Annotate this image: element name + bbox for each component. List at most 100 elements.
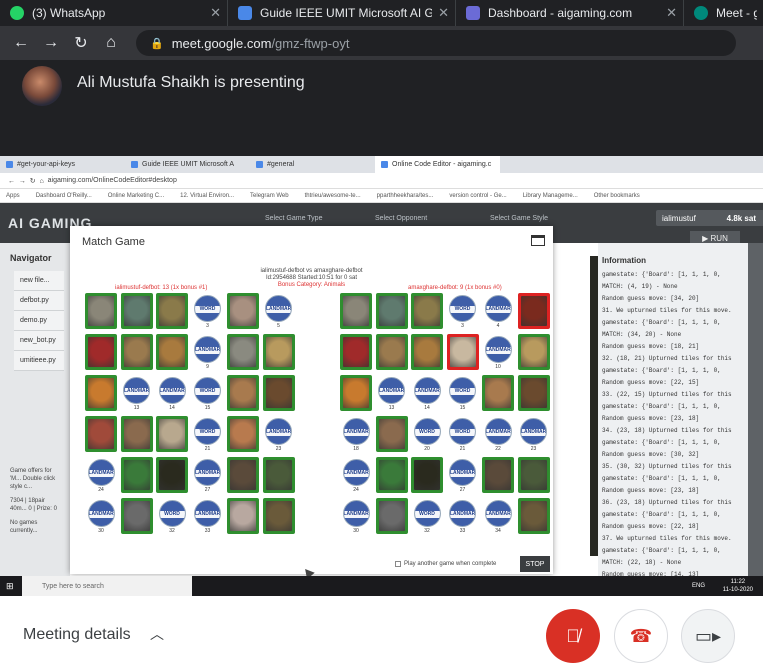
bookmark[interactable]: Dashboard O'Reilly...	[36, 193, 92, 199]
tile-revealed[interactable]	[482, 457, 514, 493]
bookmark[interactable]: pparthheekhara/tes...	[377, 193, 434, 199]
inner-tab[interactable]: Guide IEEE UMIT Microsoft A	[125, 156, 250, 173]
tile-hidden[interactable]: WORD 21	[447, 416, 479, 452]
game-type-label[interactable]: Select Game Type	[265, 215, 322, 222]
tile-hidden[interactable]: LANDMARK 4	[482, 293, 514, 329]
game-style-label[interactable]: Select Game Style	[490, 215, 548, 222]
tile-revealed[interactable]	[120, 416, 153, 452]
tile-revealed[interactable]	[411, 293, 443, 329]
tile-revealed[interactable]	[156, 334, 188, 370]
tile-revealed[interactable]	[517, 334, 550, 370]
tab-guide[interactable]: Guide IEEE UMIT Microsoft AI Ga ✕	[228, 0, 456, 26]
bookmark[interactable]: Library Manageme...	[523, 193, 578, 199]
tile-hidden[interactable]: LANDMARK 13	[121, 375, 153, 411]
offer-line[interactable]: 7304 | 18pair 40m... 0 | Prize: 0	[0, 491, 70, 513]
tab-whatsapp[interactable]: (3) WhatsApp ✕	[0, 0, 228, 26]
file-item[interactable]: defbot.py	[14, 291, 64, 311]
tile-hidden[interactable]: LANDMARK 9	[192, 334, 224, 370]
tile-revealed[interactable]	[375, 498, 408, 534]
tile-hidden[interactable]: WORD 15	[192, 375, 224, 411]
tile-hidden[interactable]: LANDMARK 22	[482, 416, 514, 452]
tile-revealed[interactable]	[482, 375, 514, 411]
tile-hidden[interactable]: WORD 21	[192, 416, 224, 452]
inner-tab-active[interactable]: Online Code Editor - aigaming.c	[375, 156, 500, 173]
tile-hidden[interactable]: LANDMARK 30	[340, 498, 372, 534]
tile-hidden[interactable]: WORD 20	[411, 416, 443, 452]
chevron-up-icon[interactable]: ︿	[150, 624, 164, 644]
mic-off-button[interactable]: 🎙̸	[546, 609, 600, 663]
tile-hidden[interactable]: LANDMARK 27	[192, 457, 224, 493]
tile-hidden[interactable]: LANDMARK 33	[447, 498, 479, 534]
tile-revealed[interactable]	[156, 457, 188, 493]
file-item[interactable]: new_bot.py	[14, 331, 64, 351]
tile-revealed[interactable]	[375, 293, 408, 329]
bookmark[interactable]: version control - Ge...	[449, 193, 506, 199]
maximize-icon[interactable]	[531, 235, 545, 246]
tile-hidden[interactable]: LANDMARK 14	[411, 375, 443, 411]
tile-revealed[interactable]	[262, 375, 295, 411]
tile-revealed[interactable]	[375, 334, 408, 370]
tile-hidden[interactable]: LANDMARK 14	[156, 375, 188, 411]
tile-hidden[interactable]: WORD 32	[156, 498, 188, 534]
tile-revealed[interactable]	[156, 416, 188, 452]
tile-hidden[interactable]: WORD 3	[447, 293, 479, 329]
tile-revealed[interactable]	[227, 416, 259, 452]
tile-hidden[interactable]: LANDMARK 24	[340, 457, 372, 493]
tile-hidden[interactable]: WORD 15	[447, 375, 479, 411]
tab-dashboard[interactable]: Dashboard - aigaming.com ✕	[456, 0, 684, 26]
inner-tab[interactable]: #get-your-api-keys	[0, 156, 125, 173]
back-icon[interactable]: ←	[6, 34, 36, 52]
tile-revealed[interactable]	[227, 375, 259, 411]
tile-hidden[interactable]: LANDMARK 13	[376, 375, 408, 411]
file-item[interactable]: new file...	[14, 271, 64, 291]
tile-revealed[interactable]	[85, 293, 117, 329]
close-icon[interactable]: ✕	[666, 5, 677, 21]
taskbar-search[interactable]: Type here to search	[22, 576, 192, 596]
bookmark[interactable]: Other bookmarks	[594, 193, 640, 199]
tile-revealed[interactable]	[85, 416, 117, 452]
bookmark[interactable]: thtrieu/awesome-te...	[305, 193, 361, 199]
opponent-label[interactable]: Select Opponent	[375, 215, 427, 222]
tile-hidden[interactable]: LANDMARK 5	[263, 293, 295, 329]
tile-hidden[interactable]: LANDMARK 27	[447, 457, 479, 493]
tile-hidden[interactable]: WORD 32	[411, 498, 443, 534]
tile-revealed[interactable]	[120, 457, 153, 493]
inner-address-bar[interactable]: ← → ↻ ⌂ aigaming.com/OnlineCodeEditor#de…	[0, 173, 763, 189]
tile-hidden[interactable]: LANDMARK 33	[192, 498, 224, 534]
tile-revealed[interactable]	[120, 293, 153, 329]
windows-start-icon[interactable]: ⊞	[6, 581, 14, 592]
tile-revealed[interactable]	[262, 457, 295, 493]
bookmark[interactable]: Apps	[6, 193, 20, 199]
tile-revealed[interactable]	[227, 293, 259, 329]
tile-revealed[interactable]	[411, 457, 443, 493]
tile-revealed[interactable]	[120, 334, 153, 370]
code-editor[interactable]	[590, 256, 598, 556]
tile-hidden[interactable]: LANDMARK 18	[340, 416, 372, 452]
forward-icon[interactable]: →	[36, 34, 66, 52]
tile-revealed[interactable]	[517, 498, 550, 534]
tile-revealed[interactable]	[340, 375, 372, 411]
tile-revealed[interactable]	[262, 334, 295, 370]
camera-button[interactable]: ▭▸	[681, 609, 735, 663]
home-icon[interactable]: ⌂	[96, 34, 126, 52]
user-badge[interactable]: ialimustuf 4.8k sat	[656, 210, 763, 226]
tile-hidden[interactable]: LANDMARK 24	[85, 457, 117, 493]
tile-revealed[interactable]	[375, 416, 408, 452]
file-item[interactable]: umitieee.py	[14, 351, 64, 371]
bookmark[interactable]: 12. Virtual Environ...	[180, 193, 234, 199]
play-again-option[interactable]: Play another game when complete	[395, 561, 496, 567]
tile-revealed[interactable]	[411, 334, 443, 370]
meeting-details[interactable]: Meeting details	[23, 626, 131, 644]
tile-hidden[interactable]: LANDMARK 34	[482, 498, 514, 534]
tile-revealed[interactable]	[340, 293, 372, 329]
tile-revealed[interactable]	[517, 375, 550, 411]
bookmark[interactable]: Online Marketing C...	[108, 193, 164, 199]
tile-revealed[interactable]	[227, 457, 259, 493]
play-again-checkbox[interactable]	[395, 561, 401, 567]
tile-revealed[interactable]	[446, 334, 479, 370]
hang-up-button[interactable]: ☎	[614, 609, 668, 663]
tile-revealed[interactable]	[85, 334, 117, 370]
tile-revealed[interactable]	[517, 293, 550, 329]
tab-meet[interactable]: Meet - gm	[684, 0, 763, 26]
file-item[interactable]: demo.py	[14, 311, 64, 331]
